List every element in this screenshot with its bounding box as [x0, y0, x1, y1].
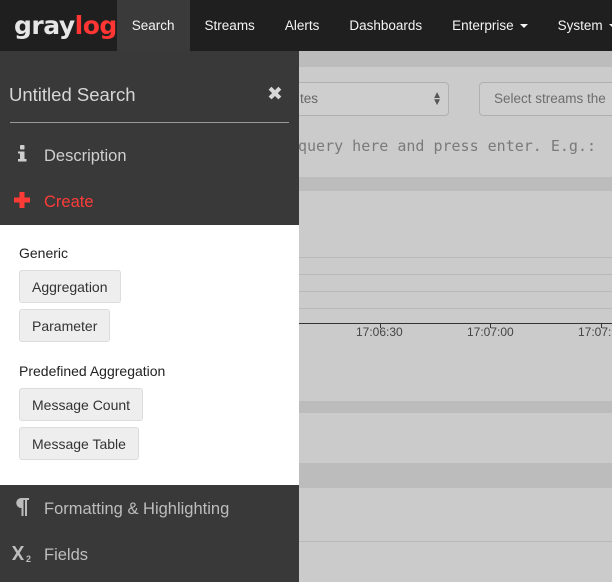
sidebar-item-description-label: Description	[44, 146, 127, 165]
nav-streams[interactable]: Streams	[190, 0, 270, 51]
sidebar-item-description[interactable]: Description	[0, 136, 299, 176]
sidebar-item-fields[interactable]: 2 Fields	[0, 535, 299, 575]
nav-streams-label: Streams	[204, 18, 255, 33]
sidebar-item-fields-label: Fields	[44, 545, 89, 564]
bg-divider	[299, 541, 612, 542]
chart-gridline	[298, 291, 612, 292]
chart-x-axis	[298, 323, 612, 324]
nav-dashboards-label: Dashboards	[349, 18, 423, 33]
subscript-icon: 2	[0, 544, 44, 567]
chart-gridline	[298, 257, 612, 258]
nav-enterprise-label: Enterprise	[452, 18, 514, 33]
nav-enterprise-dropdown[interactable]: Enterprise	[437, 0, 543, 51]
aggregation-button[interactable]: Aggregation	[19, 270, 121, 303]
info-icon	[0, 144, 44, 168]
sidebar-item-formatting[interactable]: Formatting & Highlighting	[0, 489, 299, 529]
nav-search-label: Search	[131, 18, 175, 33]
plus-icon	[0, 191, 44, 213]
chart-tick-label: 17:07:	[578, 325, 612, 339]
streams-select[interactable]: Select streams the	[479, 82, 612, 116]
message-count-button[interactable]: Message Count	[19, 388, 144, 421]
timerange-select[interactable]: tes ▲ ▼	[285, 82, 449, 116]
timerange-select-value: tes	[300, 91, 319, 106]
nav-search[interactable]: Search	[116, 0, 190, 51]
nav-dashboards[interactable]: Dashboards	[334, 0, 437, 51]
sidebar-item-create-label: Create	[44, 192, 94, 211]
sidebar-item-create[interactable]: Create	[0, 182, 299, 222]
svg-text:2: 2	[26, 554, 31, 562]
sidebar-item-formatting-label: Formatting & Highlighting	[44, 499, 230, 518]
nav-system-dropdown[interactable]: System	[543, 0, 612, 51]
search-title[interactable]: Untitled Search	[9, 84, 135, 106]
top-navbar: gray log Search Streams Alerts Dashboards…	[0, 0, 612, 51]
streams-select-placeholder: Select streams the	[494, 91, 606, 106]
search-side-panel: Untitled Search ✖ Description Create Gen…	[0, 51, 299, 582]
chart-tick-label: 17:07:00	[467, 325, 514, 339]
nav-system-label: System	[557, 18, 603, 33]
chart-gridline	[298, 274, 612, 275]
chart-tick-label: 17:06:30	[356, 325, 403, 339]
parameter-button[interactable]: Parameter	[19, 309, 111, 342]
select-arrows-icon: ▲ ▼	[432, 90, 442, 108]
graylog-logo[interactable]: gray log	[0, 0, 117, 51]
nav-alerts-label: Alerts	[284, 18, 320, 33]
generic-heading: Generic	[19, 245, 69, 261]
message-table-button[interactable]: Message Table	[19, 427, 139, 460]
close-icon[interactable]: ✖	[267, 84, 283, 104]
paragraph-icon	[0, 497, 44, 521]
nav-alerts[interactable]: Alerts	[270, 0, 335, 51]
predefined-aggregation-heading: Predefined Aggregation	[19, 363, 166, 379]
panel-divider	[10, 122, 289, 123]
logo-text-log: log	[74, 11, 118, 40]
search-query-placeholder: query here and press enter. E.g.:	[298, 137, 597, 155]
logo-text-gray: gray	[14, 11, 75, 40]
chart-gridline	[298, 308, 612, 309]
search-query-input[interactable]: query here and press enter. E.g.:	[298, 137, 596, 155]
caret-down-icon	[519, 23, 528, 28]
